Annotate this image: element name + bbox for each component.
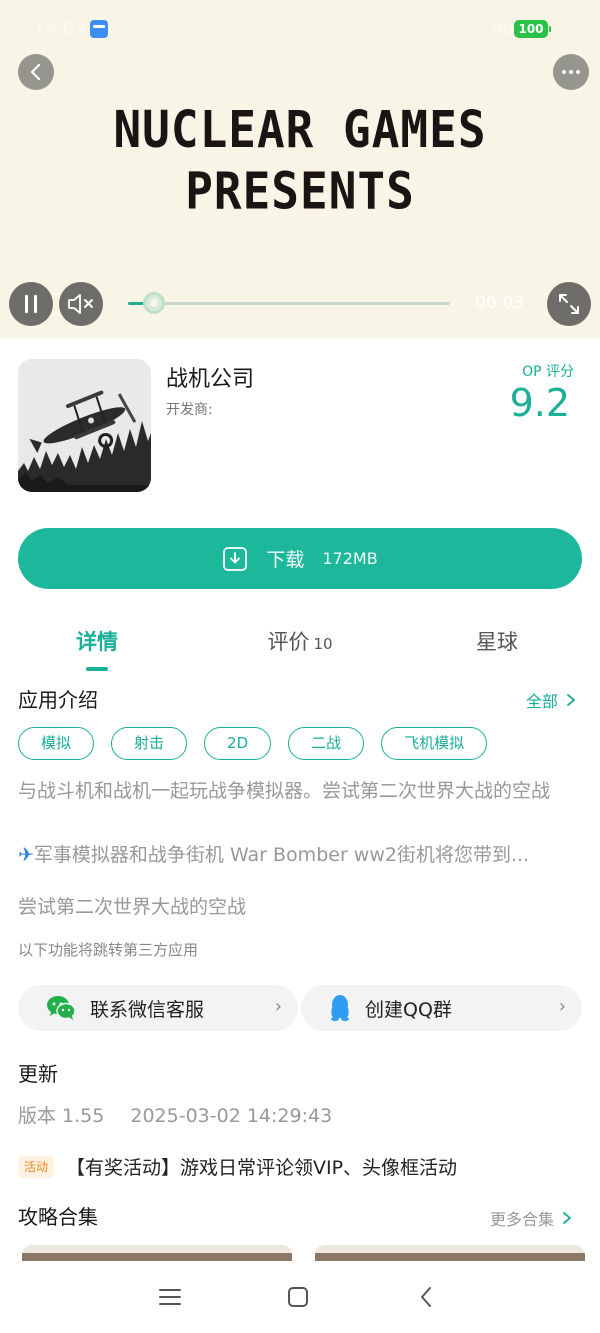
pause-icon bbox=[25, 295, 37, 313]
expand-icon bbox=[559, 294, 579, 314]
wechat-support-button[interactable]: 联系微信客服 › bbox=[18, 985, 298, 1031]
tag-ww2[interactable]: 二战 bbox=[288, 727, 365, 760]
app-description-line2: ✈军事模拟器和战争街机 War Bomber ww2街机将您带到... bbox=[18, 840, 578, 871]
nav-back-button[interactable] bbox=[411, 1282, 441, 1312]
qq-group-button[interactable]: 创建QQ群 › bbox=[301, 985, 582, 1031]
tab-planet-label: 星球 bbox=[476, 630, 518, 654]
update-title: 更新 bbox=[18, 1062, 58, 1086]
qq-group-label: 创建QQ群 bbox=[365, 998, 452, 1021]
chevron-right-icon bbox=[563, 1212, 571, 1224]
tab-reviews-label: 评价 bbox=[267, 630, 310, 654]
version-label: 版本 1.55 bbox=[18, 1105, 105, 1127]
tag-2d[interactable]: 2D bbox=[204, 727, 272, 760]
guide-thumbnail[interactable] bbox=[315, 1245, 585, 1261]
intro-all-link[interactable]: 全部 bbox=[526, 688, 576, 712]
download-label: 下载 bbox=[266, 549, 305, 571]
activity-badge: 活动 bbox=[18, 1155, 54, 1178]
back-button[interactable] bbox=[18, 54, 54, 90]
tab-details-label: 详情 bbox=[76, 630, 118, 654]
qq-icon bbox=[331, 995, 349, 1021]
guides-title: 攻略合集 bbox=[18, 1205, 98, 1229]
chevron-right-icon bbox=[567, 694, 575, 706]
notification-app-icon bbox=[90, 20, 108, 38]
chevron-left-icon bbox=[421, 1287, 431, 1307]
guide-thumbnail[interactable] bbox=[22, 1245, 292, 1261]
tag-list: 模拟 射击 2D 二战 飞机模拟 bbox=[18, 727, 488, 760]
chevron-left-icon bbox=[30, 63, 41, 81]
chevron-right-icon: › bbox=[274, 996, 282, 1017]
battery-icon: 100 bbox=[514, 20, 551, 38]
score-label: OP 评分 bbox=[522, 364, 574, 380]
menu-icon bbox=[159, 1289, 181, 1305]
download-icon bbox=[223, 546, 248, 571]
app-name: 战机公司 bbox=[166, 367, 255, 392]
tag-flight-sim[interactable]: 飞机模拟 bbox=[381, 727, 488, 760]
app-description-line2-text: 军事模拟器和战争街机 War Bomber ww2街机将您带到... bbox=[33, 844, 530, 866]
video-frame-title: NUCLEAR GAMES PRESENTS bbox=[0, 98, 600, 221]
guide-thumbnail-image bbox=[22, 1253, 292, 1261]
app-description-line3: 尝试第二次世界大战的空战 bbox=[18, 896, 247, 918]
video-time: 00:03 bbox=[475, 293, 524, 313]
guides-more-link[interactable]: 更多合集 bbox=[490, 1206, 572, 1230]
tab-details[interactable]: 详情 bbox=[56, 626, 138, 656]
mute-button[interactable] bbox=[59, 282, 103, 326]
tab-planet[interactable]: 星球 bbox=[460, 626, 534, 656]
app-icon bbox=[18, 359, 151, 492]
tab-reviews-count: 10 bbox=[313, 635, 333, 653]
guide-thumbnail-image bbox=[315, 1253, 585, 1261]
activity-row[interactable]: 活动 【有奖活动】游戏日常评论领VIP、头像框活动 bbox=[18, 1153, 457, 1180]
speaker-muted-icon bbox=[68, 294, 93, 314]
video-player[interactable]: 14:03 HD 4G 100 NUCLEAR GAMES PRESENTS 0… bbox=[0, 0, 600, 338]
active-tab-indicator bbox=[86, 667, 108, 671]
video-progress-handle[interactable] bbox=[142, 292, 165, 314]
update-date: 2025-03-02 14:29:43 bbox=[130, 1105, 333, 1127]
tab-reviews[interactable]: 评价 10 bbox=[250, 626, 350, 656]
activity-text: 【有奖活动】游戏日常评论领VIP、头像框活动 bbox=[66, 1157, 458, 1179]
tag-simulation[interactable]: 模拟 bbox=[18, 727, 95, 760]
nav-home-button[interactable] bbox=[283, 1282, 313, 1312]
video-title-line1: NUCLEAR GAMES bbox=[113, 99, 487, 159]
tag-shooting[interactable]: 射击 bbox=[111, 727, 188, 760]
biplane-icon bbox=[18, 359, 151, 492]
airplane-emoji-icon: ✈ bbox=[18, 844, 34, 866]
guides-more-label: 更多合集 bbox=[490, 1210, 555, 1229]
wechat-icon bbox=[47, 996, 76, 1020]
intro-title: 应用介绍 bbox=[18, 688, 98, 712]
more-dots-icon bbox=[562, 70, 580, 74]
version-row: 版本 1.55 2025-03-02 14:29:43 bbox=[18, 1101, 332, 1128]
nav-menu-button[interactable] bbox=[155, 1282, 185, 1312]
home-square-icon bbox=[288, 1287, 308, 1307]
download-button[interactable]: 下载 172MB bbox=[18, 528, 582, 589]
developer-label: 开发商: bbox=[166, 402, 213, 418]
pause-button[interactable] bbox=[9, 282, 53, 326]
score-value: 9.2 bbox=[509, 381, 570, 425]
more-button[interactable] bbox=[553, 54, 589, 90]
third-party-note: 以下功能将跳转第三方应用 bbox=[18, 941, 199, 959]
video-title-line2: PRESENTS bbox=[185, 161, 415, 221]
wechat-support-label: 联系微信客服 bbox=[90, 998, 205, 1021]
chevron-right-icon: › bbox=[558, 996, 566, 1017]
status-time: 14:03 bbox=[34, 18, 86, 39]
status-bar: 14:03 HD 4G 100 bbox=[0, 0, 600, 60]
fullscreen-button[interactable] bbox=[547, 282, 591, 326]
app-description: 与战斗机和战机一起玩战争模拟器。尝试第二次世界大战的空战 bbox=[18, 780, 551, 802]
video-progress-bar[interactable] bbox=[128, 292, 450, 314]
system-nav-bar bbox=[0, 1262, 600, 1333]
download-size: 172MB bbox=[322, 549, 378, 568]
intro-all-label: 全部 bbox=[526, 692, 559, 711]
